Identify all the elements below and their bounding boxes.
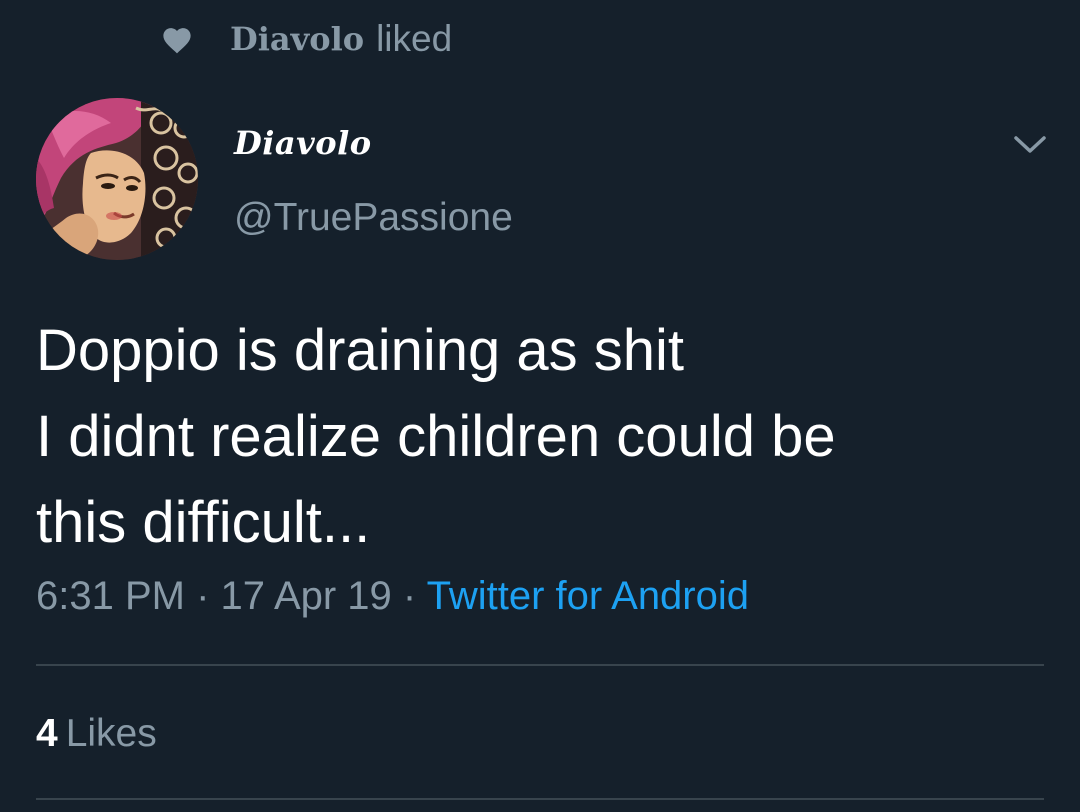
context-action-text: liked <box>376 18 453 59</box>
meta-separator: · <box>196 574 210 618</box>
likes-count: 4 <box>36 712 58 755</box>
avatar[interactable] <box>36 98 198 260</box>
likes-stat[interactable]: 4 Likes <box>36 712 157 756</box>
meta-separator: · <box>402 574 417 618</box>
tweet-text-line: this difficult... <box>36 490 371 555</box>
tweet-text-line: I didnt realize children could be <box>36 404 836 469</box>
author-username[interactable]: @TruePassione <box>234 196 513 240</box>
divider <box>36 798 1044 800</box>
heart-icon <box>163 28 191 54</box>
tweet-source-link[interactable]: Twitter for Android <box>427 574 749 618</box>
tweet-time: 6:31 PM <box>36 574 185 618</box>
tweet-text: Doppio is draining as shit I didnt reali… <box>36 308 1046 566</box>
chevron-down-icon[interactable] <box>1012 130 1048 158</box>
social-context: Diavolo liked <box>160 14 452 64</box>
tweet-meta: 6:31 PM · 17 Apr 19 · Twitter for Androi… <box>36 574 749 619</box>
divider <box>36 664 1044 666</box>
context-user-name[interactable]: Diavolo <box>230 20 364 58</box>
tweet-text-line: Doppio is draining as shit <box>36 318 685 383</box>
tweet-date: 17 Apr 19 <box>220 574 392 618</box>
author-display-name[interactable]: Diavolo <box>234 124 372 162</box>
likes-label: Likes <box>65 712 157 755</box>
